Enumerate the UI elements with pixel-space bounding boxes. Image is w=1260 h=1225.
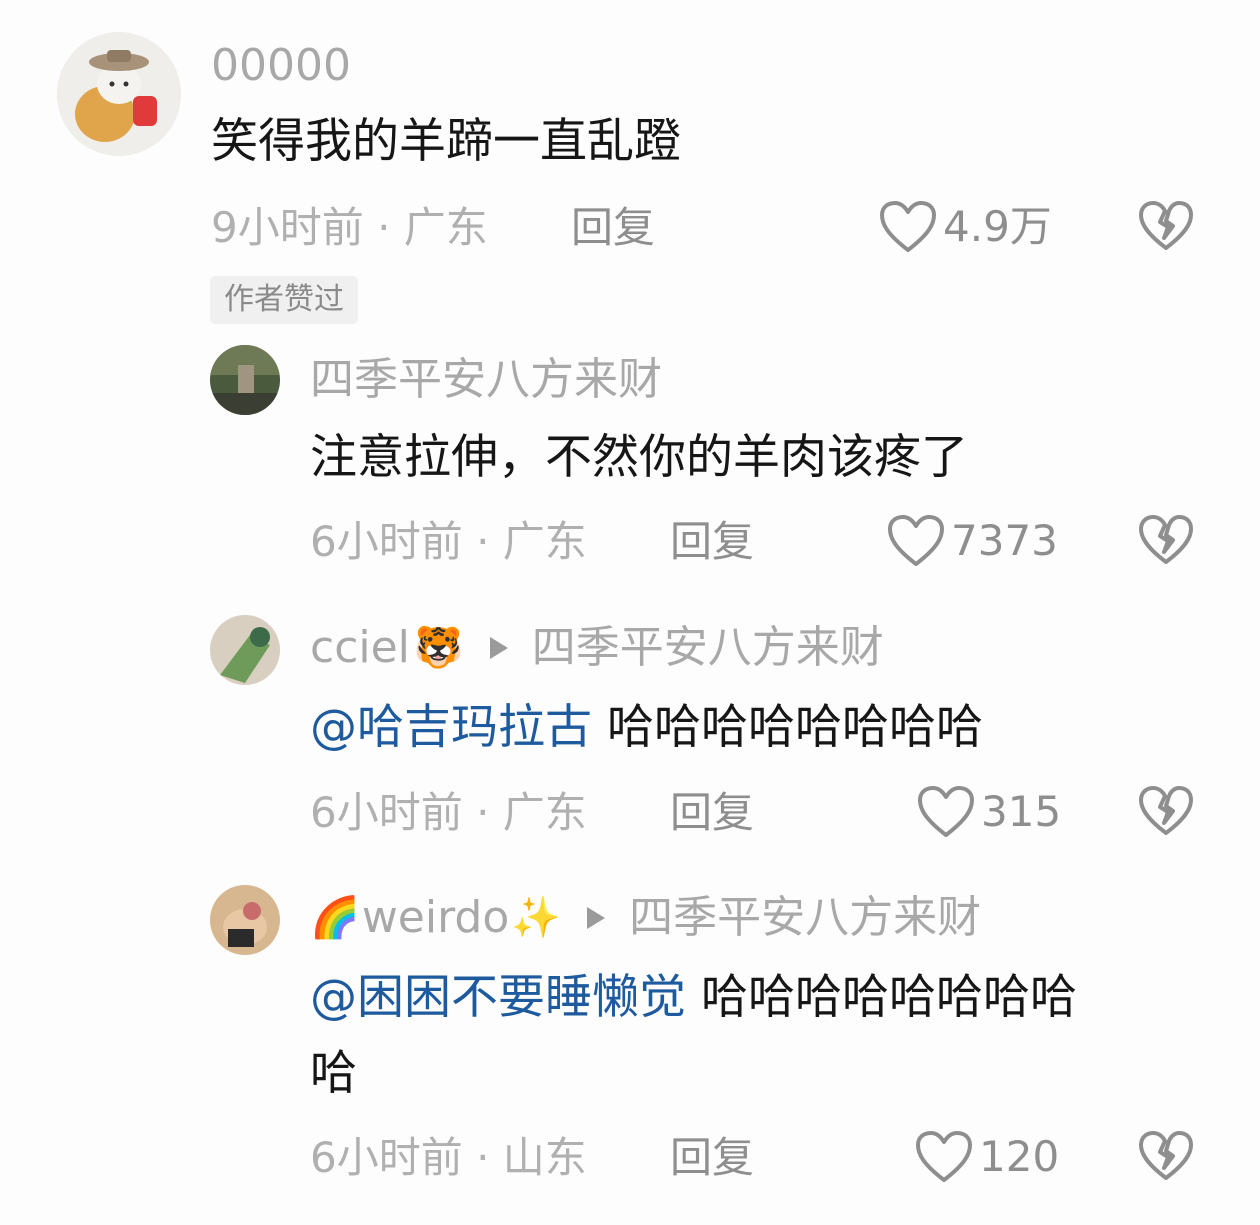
like-button[interactable]: 4.9万: [879, 200, 1052, 254]
avatar[interactable]: [210, 615, 280, 685]
mention-link[interactable]: @困困不要睡懒觉: [310, 970, 686, 1025]
avatar[interactable]: [210, 345, 280, 415]
reply-arrow-icon: [489, 637, 508, 659]
reply-time-location: 6小时前 · 广东: [310, 517, 587, 566]
mention-link[interactable]: @哈吉玛拉古: [310, 700, 592, 755]
reply-text-line2: 哈: [310, 1046, 357, 1101]
reply-text-line: @困困不要睡懒觉 哈哈哈哈哈哈哈哈: [310, 970, 1077, 1026]
like-count: 4.9万: [943, 202, 1052, 251]
reply-button[interactable]: 回复: [670, 792, 754, 834]
heart-icon: [880, 201, 936, 252]
comment-time-location: 9小时前 · 广东: [211, 203, 488, 252]
like-button[interactable]: 7373: [887, 514, 1058, 568]
avatar[interactable]: [57, 32, 181, 156]
reply-time-location: 6小时前 · 广东: [310, 788, 587, 837]
comment-username[interactable]: 00000: [211, 44, 351, 88]
avatar[interactable]: [210, 885, 280, 955]
dislike-button[interactable]: [1138, 785, 1194, 841]
reply-text: 哈哈哈哈哈哈哈哈: [700, 970, 1077, 1025]
tiger-emoji: 🐯: [413, 625, 464, 671]
broken-heart-icon: [1139, 1131, 1193, 1180]
reply-time-location: 6小时前 · 山东: [310, 1133, 587, 1182]
reply-text: 注意拉伸，不然你的羊肉该疼了: [310, 430, 968, 485]
broken-heart-icon: [1139, 201, 1193, 250]
like-button[interactable]: 120: [915, 1130, 1059, 1184]
rainbow-emoji: 🌈: [310, 895, 360, 941]
dislike-button[interactable]: [1138, 1130, 1194, 1186]
heart-icon: [918, 786, 974, 837]
reply-username[interactable]: 四季平安八方来财: [310, 358, 662, 402]
like-count: 120: [979, 1132, 1060, 1181]
like-button[interactable]: 315: [917, 785, 1061, 839]
dislike-button[interactable]: [1138, 200, 1194, 256]
dislike-button[interactable]: [1138, 514, 1194, 570]
reply-button[interactable]: 回复: [670, 521, 754, 563]
comment-text: 笑得我的羊蹄一直乱蹬: [211, 114, 681, 169]
reply-text: 哈哈哈哈哈哈哈哈: [606, 700, 983, 755]
reply-username[interactable]: cciel: [310, 626, 410, 670]
reply-button[interactable]: 回复: [670, 1137, 754, 1179]
sparkles-emoji: ✨: [511, 895, 562, 941]
like-count: 315: [981, 787, 1062, 836]
reply-username[interactable]: weirdo: [362, 896, 509, 940]
reply-to-username[interactable]: 四季平安八方来财: [629, 896, 981, 940]
reply-arrow-icon: [587, 907, 606, 929]
broken-heart-icon: [1139, 786, 1193, 835]
author-liked-badge: 作者赞过: [210, 276, 358, 324]
broken-heart-icon: [1139, 515, 1193, 564]
heart-icon: [888, 515, 944, 566]
like-count: 7373: [951, 516, 1058, 565]
reply-text-line: @哈吉玛拉古 哈哈哈哈哈哈哈哈: [310, 700, 983, 756]
heart-icon: [916, 1131, 972, 1182]
reply-button[interactable]: 回复: [571, 207, 655, 249]
reply-to-username[interactable]: 四季平安八方来财: [532, 626, 884, 670]
